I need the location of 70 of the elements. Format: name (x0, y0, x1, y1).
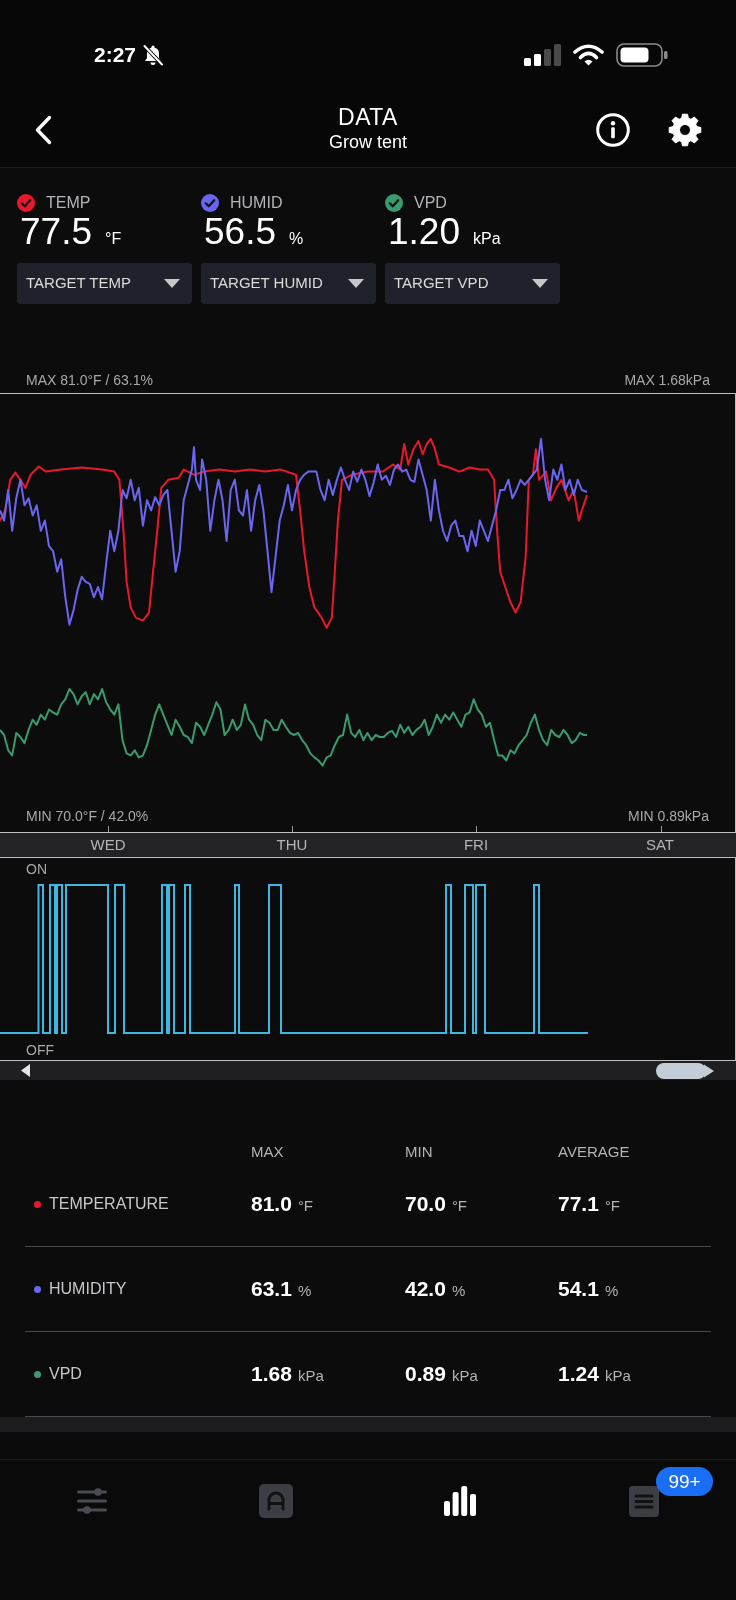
checkbox-icon[interactable] (201, 194, 219, 212)
caret-icon (532, 279, 548, 288)
bar-chart-icon (444, 1486, 476, 1516)
bell-slash-icon (142, 44, 165, 66)
info-icon[interactable] (596, 113, 630, 147)
column-header: MIN (405, 1142, 433, 1162)
stat-unit: % (451, 1281, 466, 1301)
list-tile-icon (629, 1485, 659, 1517)
stat-value: 1.68 (251, 1361, 292, 1387)
stat-unit: kPa (604, 1366, 631, 1386)
row-label: HUMIDITY (49, 1279, 127, 1299)
stat-unit: °F (297, 1196, 314, 1216)
caret-icon (164, 279, 180, 288)
day-label: THU (276, 835, 308, 855)
stat-value: 0.89 (405, 1361, 446, 1387)
arch-tile-icon (259, 1484, 293, 1518)
stat-unit: % (604, 1281, 619, 1301)
signal-icon (524, 44, 561, 66)
stat-unit: % (297, 1281, 312, 1301)
wifi-icon (573, 44, 604, 66)
target-dropdown[interactable]: TARGET HUMID (201, 263, 376, 304)
sensor-unit: % (289, 229, 304, 249)
sensor-label: TEMP (46, 193, 91, 213)
checkbox-icon[interactable] (17, 194, 35, 212)
checkbox-icon[interactable] (385, 194, 403, 212)
sensor-value: 1.20 (388, 213, 460, 250)
settings-icon[interactable] (668, 113, 702, 147)
chart-max-label: MAX 1.68kPa (624, 371, 710, 390)
sensor-value: 77.5 (20, 213, 92, 250)
sensor-label: VPD (414, 193, 447, 213)
battery-icon (616, 43, 668, 67)
caret-icon (348, 279, 364, 288)
stat-value: 81.0 (251, 1191, 292, 1217)
stat-value: 70.0 (405, 1191, 446, 1217)
day-label: WED (90, 835, 126, 855)
screen-subtitle: Grow tent (329, 131, 407, 154)
scroll-left-icon[interactable] (21, 1064, 30, 1077)
stat-unit: °F (451, 1196, 468, 1216)
state-label: OFF (26, 1041, 54, 1059)
stat-unit: kPa (451, 1366, 478, 1386)
sensor-unit: kPa (473, 229, 501, 249)
column-header: AVERAGE (558, 1142, 630, 1162)
chart-min-label: MIN 0.89kPa (628, 807, 709, 826)
sensor-unit: °F (105, 229, 122, 249)
state-label: ON (26, 859, 47, 878)
status-time: 2:27 (94, 42, 137, 68)
column-header: MAX (251, 1142, 284, 1162)
row-label: VPD (49, 1364, 82, 1384)
day-label: FRI (463, 835, 489, 855)
screen-title: DATA (338, 104, 398, 130)
day-label: SAT (645, 835, 675, 855)
target-dropdown[interactable]: TARGET VPD (385, 263, 560, 304)
notification-badge: 99+ (656, 1467, 713, 1496)
stat-unit: °F (604, 1196, 621, 1216)
stat-unit: kPa (297, 1366, 324, 1386)
back-icon[interactable] (34, 115, 52, 145)
chart-min-label: MIN 70.0°F / 42.0% (26, 807, 149, 826)
chart-max-label: MAX 81.0°F / 63.1% (26, 371, 153, 390)
stat-value: 42.0 (405, 1276, 446, 1302)
stat-value: 1.24 (558, 1361, 599, 1387)
scrollbar-thumb[interactable] (656, 1062, 714, 1079)
sensor-value: 56.5 (204, 213, 276, 250)
stat-value: 77.1 (558, 1191, 599, 1217)
stat-value: 54.1 (558, 1276, 599, 1302)
target-dropdown[interactable]: TARGET TEMP (17, 263, 192, 304)
tab-button[interactable] (442, 1484, 478, 1518)
sensor-label: HUMID (230, 193, 283, 213)
row-label: TEMPERATURE (49, 1194, 169, 1214)
stat-value: 63.1 (251, 1276, 292, 1302)
sliders-icon (77, 1488, 107, 1514)
